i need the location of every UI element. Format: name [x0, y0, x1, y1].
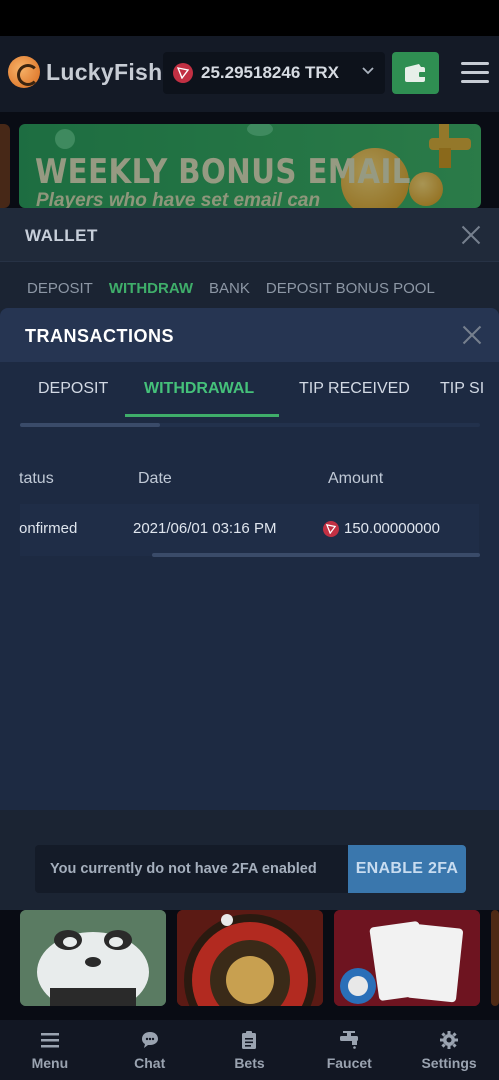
- enable-2fa-button[interactable]: ENABLE 2FA: [348, 845, 466, 893]
- twofa-bar: You currently do not have 2FA enabled EN…: [0, 828, 499, 910]
- close-icon[interactable]: [461, 225, 481, 245]
- chat-icon: [140, 1030, 160, 1050]
- wallet-tab-deposit[interactable]: DEPOSIT: [27, 280, 93, 297]
- transactions-header: TRANSACTIONS: [0, 308, 499, 362]
- balance-selector[interactable]: 25.29518246 TRX: [163, 52, 385, 94]
- wallet-header: WALLET: [0, 208, 499, 262]
- column-header-amount: Amount: [328, 470, 384, 487]
- luckyfish-logo-icon: [8, 56, 40, 88]
- wallet-tab-bank[interactable]: BANK: [209, 280, 250, 297]
- column-header-status: tatus: [19, 470, 54, 487]
- nav-item-chat[interactable]: Chat: [100, 1020, 200, 1080]
- settings-icon: [439, 1030, 459, 1050]
- faucet-icon: [339, 1030, 359, 1050]
- bottom-nav: Menu Chat Bets Faucet Settings: [0, 1020, 499, 1080]
- transactions-title: TRANSACTIONS: [25, 326, 174, 346]
- tron-icon: [173, 63, 193, 83]
- wallet-title: WALLET: [25, 226, 98, 245]
- tab-tip-received[interactable]: TIP RECEIVED: [299, 380, 410, 398]
- row-status: onfirmed: [19, 520, 78, 537]
- nav-item-bets[interactable]: Bets: [200, 1020, 300, 1080]
- active-tab-indicator: [125, 414, 279, 417]
- game-thumbnail-panda[interactable]: [20, 910, 166, 1006]
- table-scrollbar[interactable]: [152, 553, 480, 557]
- balance-amount: 25.29518246 TRX: [201, 63, 339, 82]
- tabs-scrollbar-thumb[interactable]: [20, 423, 160, 427]
- wallet-tab-deposit-bonus-pool[interactable]: DEPOSIT BONUS POOL: [266, 280, 435, 297]
- enable-2fa-label: ENABLE 2FA: [355, 860, 459, 877]
- logo[interactable]: LuckyFish: [8, 56, 162, 88]
- tab-deposit[interactable]: DEPOSIT: [38, 380, 108, 398]
- tab-withdrawal[interactable]: WITHDRAWAL: [144, 380, 254, 398]
- nav-item-settings[interactable]: Settings: [399, 1020, 499, 1080]
- game-thumbnail-cards[interactable]: [334, 910, 480, 1006]
- roulette-wheel-icon: [177, 910, 323, 1006]
- close-icon[interactable]: [462, 325, 482, 345]
- hamburger-menu-icon[interactable]: [461, 62, 489, 84]
- row-amount: 150.00000000: [323, 520, 440, 537]
- bets-icon: [239, 1030, 259, 1050]
- tab-tip-sent[interactable]: TIP SI: [440, 380, 484, 398]
- nav-label-bets: Bets: [234, 1055, 265, 1071]
- column-header-date: Date: [138, 470, 172, 487]
- game-thumbnail-roulette[interactable]: [177, 910, 323, 1006]
- game-thumbnail-partial[interactable]: [491, 910, 499, 1006]
- row-date: 2021/06/01 03:16 PM: [133, 520, 277, 537]
- nav-label-menu: Menu: [31, 1055, 69, 1071]
- status-bar: [0, 0, 499, 36]
- menu-icon: [40, 1030, 60, 1050]
- nav-label-settings: Settings: [421, 1055, 477, 1071]
- transactions-tabs: DEPOSIT WITHDRAWAL TIP RECEIVED TIP SI: [0, 362, 499, 418]
- nav-label-faucet: Faucet: [326, 1055, 372, 1071]
- transactions-modal: TRANSACTIONS DEPOSIT WITHDRAWAL TIP RECE…: [0, 308, 499, 810]
- panda-icon: [20, 910, 166, 1006]
- wallet-icon: [404, 64, 427, 82]
- tron-icon: [323, 520, 339, 537]
- top-bar: LuckyFish 25.29518246 TRX: [0, 36, 499, 112]
- nav-label-chat: Chat: [134, 1055, 166, 1071]
- nav-item-menu[interactable]: Menu: [0, 1020, 100, 1080]
- wallet-tab-withdraw[interactable]: WITHDRAW: [109, 280, 193, 297]
- twofa-message: You currently do not have 2FA enabled: [50, 861, 317, 877]
- games-row: [0, 910, 499, 1010]
- wallet-button[interactable]: [392, 52, 439, 94]
- row-amount-value: 150.00000000: [344, 520, 440, 537]
- twofa-message-box: You currently do not have 2FA enabled: [35, 845, 348, 893]
- wallet-tabs: DEPOSIT WITHDRAW BANK DEPOSIT BONUS POOL: [27, 280, 451, 297]
- nav-item-faucet[interactable]: Faucet: [299, 1020, 399, 1080]
- chevron-down-icon: [361, 64, 375, 81]
- app-name: LuckyFish: [46, 58, 163, 85]
- playing-cards-icon: [334, 910, 480, 1006]
